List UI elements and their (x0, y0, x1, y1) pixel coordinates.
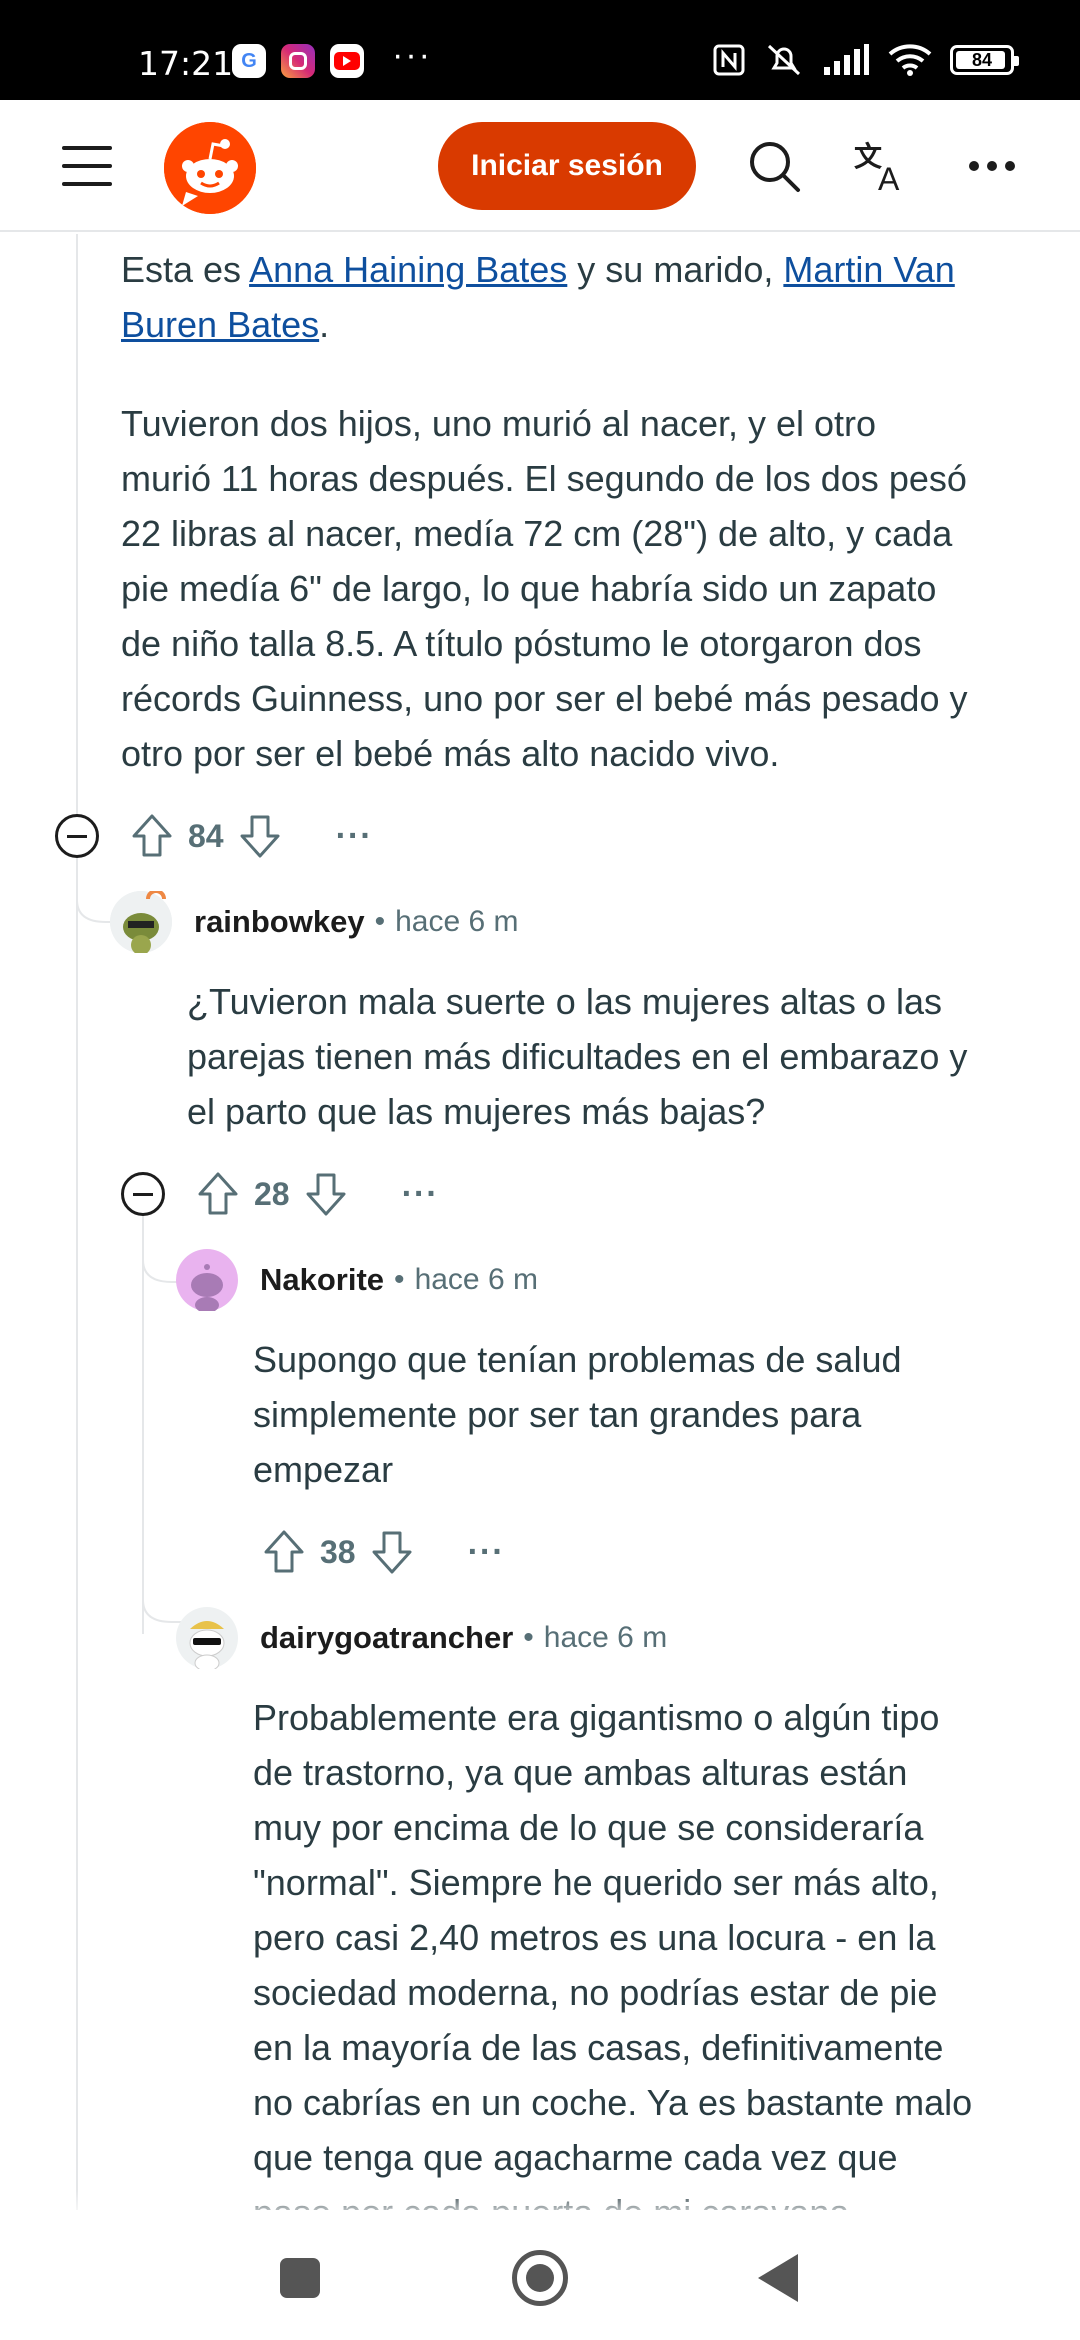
login-button[interactable]: Iniciar sesión (438, 122, 696, 210)
google-app-icon: G (232, 44, 266, 78)
comment-text: . (319, 304, 330, 345)
svg-text:A: A (878, 161, 900, 194)
comment-author-row: Nakorite • hace 6 m (176, 1249, 538, 1313)
signal-icon (824, 44, 869, 75)
comment-author-row: rainbowkey • hace 6 m (110, 889, 519, 955)
separator: • (374, 905, 386, 938)
comment-actions: 84 ··· (130, 806, 373, 866)
user-avatar-icon (176, 1249, 238, 1313)
upvote-icon[interactable] (262, 1529, 306, 1575)
downvote-icon[interactable] (238, 813, 282, 859)
more-options-button[interactable]: ··· (336, 817, 373, 856)
wifi-icon (888, 44, 932, 76)
comment-paragraph: Tuvieron dos hijos, uno murió al nacer, … (121, 403, 968, 774)
status-icons: 84 (712, 40, 1019, 80)
collapse-thread-button[interactable] (121, 1172, 165, 1216)
downvote-icon[interactable] (370, 1529, 414, 1575)
battery-icon: 84 (950, 45, 1019, 75)
comment-body: Probablemente era gigantismo o algún tip… (253, 1697, 973, 2210)
comment-author[interactable]: rainbowkey (194, 904, 365, 940)
comment-timestamp: hace 6 m (395, 905, 519, 938)
avatar[interactable] (110, 889, 172, 955)
user-avatar-icon (176, 1607, 238, 1672)
status-time: 17:21 (138, 44, 234, 83)
link-martin-van-buren-bates-cont[interactable]: Buren Bates (121, 304, 319, 345)
vote-count: 84 (188, 817, 224, 854)
comment-text: y su marido, (567, 249, 784, 290)
separator: • (523, 1621, 534, 1654)
snoo-icon (164, 122, 256, 214)
comment-author[interactable]: Nakorite (260, 1262, 384, 1298)
comment-timestamp: hace 6 m (414, 1263, 538, 1296)
avatar[interactable] (176, 1607, 238, 1672)
link-anna-haining-bates[interactable]: Anna Haining Bates (249, 249, 567, 290)
comment-actions: 38 ··· (262, 1522, 505, 1582)
battery-percent: 84 (971, 49, 993, 70)
recent-apps-button[interactable] (280, 2258, 320, 2298)
status-bar: 17:21 G ··· 84 (0, 0, 1080, 100)
comment-author[interactable]: dairygoatrancher (260, 1620, 513, 1656)
more-notifications-icon: ··· (392, 36, 432, 74)
more-icon[interactable] (962, 136, 1022, 196)
app-header: Iniciar sesión 文A (0, 100, 1080, 232)
home-button[interactable] (512, 2250, 568, 2306)
mute-icon (767, 44, 801, 76)
system-nav-bar (0, 2210, 1080, 2340)
upvote-icon[interactable] (130, 813, 174, 859)
menu-icon[interactable] (62, 146, 112, 186)
comment-timestamp: hace 6 m (543, 1621, 668, 1654)
youtube-icon (330, 44, 364, 78)
avatar[interactable] (176, 1249, 238, 1313)
vote-count: 28 (254, 1175, 290, 1212)
link-martin-van-buren-bates[interactable]: Martin Van (783, 249, 954, 290)
downvote-icon[interactable] (304, 1171, 348, 1217)
translate-icon[interactable]: 文A (852, 136, 912, 196)
search-icon[interactable] (744, 136, 804, 196)
comment-text: Esta es (121, 249, 250, 290)
vote-count: 38 (320, 1533, 356, 1570)
comment-body: ¿Tuvieron mala suerte o las mujeres alta… (187, 981, 968, 1132)
comment-actions: 28 ··· (196, 1164, 439, 1224)
comment-body: Esta es Anna Haining Bates y su marido, … (121, 242, 1041, 352)
nfc-icon (713, 44, 745, 76)
more-options-button[interactable]: ··· (402, 1175, 439, 1214)
thread-line (76, 234, 78, 2210)
comment-body: Supongo que tenían problemas de salud si… (253, 1339, 902, 1490)
back-button[interactable] (758, 2254, 798, 2302)
user-avatar-icon (110, 889, 172, 955)
collapse-thread-button[interactable] (55, 814, 99, 858)
separator: • (394, 1263, 405, 1296)
upvote-icon[interactable] (196, 1171, 240, 1217)
comment-author-row: dairygoatrancher • hace 6 m (176, 1607, 668, 1672)
instagram-icon (281, 44, 315, 78)
reddit-logo[interactable] (164, 122, 256, 214)
more-options-button[interactable]: ··· (468, 1533, 505, 1572)
